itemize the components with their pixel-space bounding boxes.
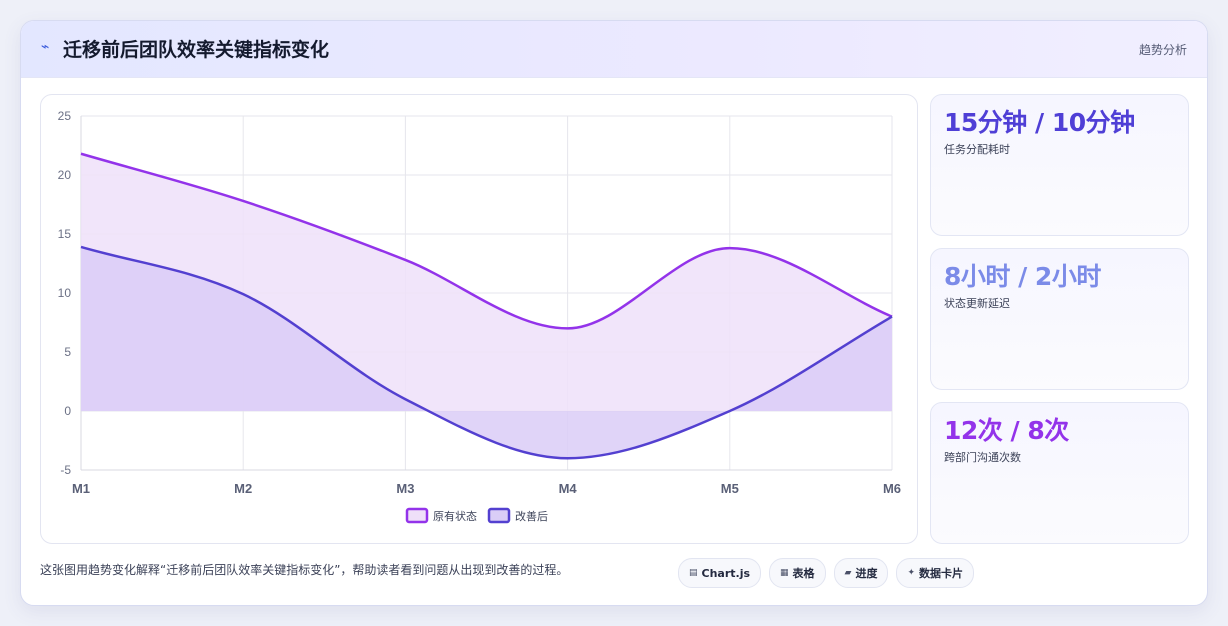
y-tick-label: 15 bbox=[58, 227, 72, 241]
stat-label: 跨部门沟通次数 bbox=[944, 451, 1021, 464]
area-chart: 25 20 15 10 5 0 -5M1 M2 M3 M4 M5 M6 原有状态 改善后 bbox=[58, 109, 901, 524]
trend-analysis-tag: 趋势分析 bbox=[1138, 43, 1187, 57]
legend-swatch bbox=[487, 507, 511, 524]
x-tick-label: M5 bbox=[721, 481, 739, 496]
stat-card-status-delay: 8小时 / 2小时 状态更新延迟 bbox=[930, 248, 1189, 390]
x-tick-label: M4 bbox=[559, 481, 578, 496]
chip-progress[interactable]: ▰ 进度 bbox=[833, 558, 889, 588]
chip-label: 进度 bbox=[855, 567, 878, 580]
y-tick-label: 0 bbox=[64, 404, 71, 418]
legend-item: 改善后 bbox=[487, 507, 548, 524]
x-tick-label: M2 bbox=[234, 481, 252, 496]
legend-swatch bbox=[405, 507, 429, 524]
table-icon: ▦ bbox=[780, 568, 789, 578]
chart-panel: 25 20 15 10 5 0 -5 M1 M2 M3 M4 M5 M6 原有状态 改善后 bbox=[40, 94, 918, 544]
chart-description: 这张图用趋势变化解释“迁移前后团队效率关键指标变化”，帮助读者看到问题从出现到改… bbox=[40, 563, 569, 577]
legend-label: 改善后 bbox=[515, 509, 548, 523]
stat-value: 12次 / 8次 bbox=[944, 416, 1069, 445]
legend-label: 原有状态 bbox=[433, 509, 477, 523]
progress-icon: ▰ bbox=[844, 568, 852, 578]
x-tick-label: M6 bbox=[883, 481, 901, 496]
chart-icon: ▤ bbox=[689, 568, 698, 578]
chart-card: ⌁ 迁移前后团队效率关键指标变化 趋势分析 25 20 15 10 5 0 -5 M1 M2 M3… bbox=[20, 20, 1208, 606]
y-tick-label: 20 bbox=[58, 168, 72, 182]
lightning-icon: ⌁ bbox=[41, 39, 50, 55]
y-tick-label: 10 bbox=[58, 286, 72, 300]
stat-card-task-assignment: 15分钟 / 10分钟 任务分配耗时 bbox=[930, 94, 1189, 236]
stat-label: 状态更新延迟 bbox=[944, 297, 1010, 310]
chip-chartjs[interactable]: ▤ Chart.js bbox=[678, 558, 762, 588]
card-title: 迁移前后团队效率关键指标变化 bbox=[63, 39, 330, 61]
x-tick-label: M3 bbox=[396, 481, 414, 496]
chip-label: 数据卡片 bbox=[919, 567, 964, 580]
card-icon: ✦ bbox=[907, 568, 916, 578]
card-header: ⌁ 迁移前后团队效率关键指标变化 趋势分析 bbox=[21, 21, 1207, 78]
stat-card-communication: 12次 / 8次 跨部门沟通次数 bbox=[930, 402, 1189, 544]
chip-label: Chart.js bbox=[701, 566, 751, 580]
stat-value: 8小时 / 2小时 bbox=[944, 262, 1101, 291]
y-tick-label: 5 bbox=[64, 345, 71, 359]
tech-chips: ▤ Chart.js ▦ 表格 ▰ 进度 ✦ 数据卡片 bbox=[678, 558, 975, 588]
chip-data-card[interactable]: ✦ 数据卡片 bbox=[896, 558, 975, 588]
stat-label: 任务分配耗时 bbox=[944, 143, 1010, 156]
y-tick-label: -5 bbox=[60, 463, 71, 477]
x-tick-label: M1 bbox=[72, 481, 90, 496]
chip-label: 表格 bbox=[792, 567, 815, 580]
y-tick-label: 25 bbox=[58, 109, 72, 123]
stat-value: 15分钟 / 10分钟 bbox=[944, 108, 1135, 137]
legend-item: 原有状态 bbox=[405, 507, 477, 524]
chip-table[interactable]: ▦ 表格 bbox=[769, 558, 826, 588]
